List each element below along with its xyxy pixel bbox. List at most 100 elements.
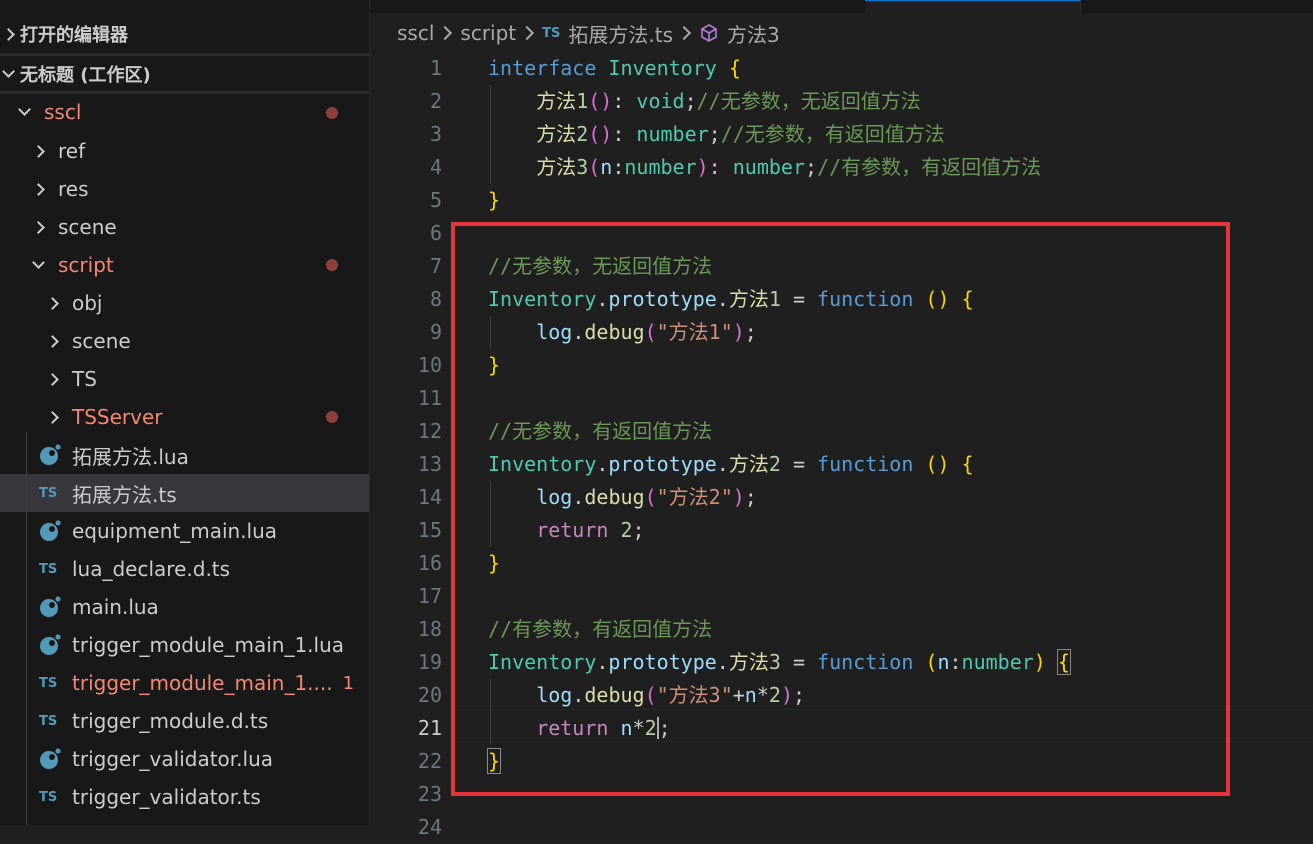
- chevron-right-icon: [676, 25, 692, 41]
- file-label: trigger_module.d.ts: [72, 709, 269, 733]
- file-label: trigger_validator.ts: [72, 785, 261, 809]
- breadcrumb-item[interactable]: 拓展方法.ts: [568, 19, 673, 48]
- file-item[interactable]: main.lua: [0, 588, 369, 626]
- code-line: interface Inventory {: [488, 56, 741, 80]
- line-number: 8: [429, 287, 442, 311]
- file-label: equipment_main.lua: [72, 519, 278, 543]
- folder-label: scene: [58, 215, 117, 239]
- lua-file-icon: [39, 444, 65, 466]
- line-number: 9: [429, 320, 442, 344]
- line-number: 6: [429, 221, 442, 245]
- line-number: 3: [429, 122, 442, 146]
- tree-indent-guide: [26, 432, 27, 825]
- editor-tab[interactable]: [370, 0, 866, 13]
- line-number: 15: [417, 518, 442, 542]
- chevron-right-icon: [44, 410, 60, 424]
- file-label: main.lua: [72, 595, 159, 619]
- code-line: //无参数，有返回值方法: [488, 419, 713, 443]
- chevron-down-icon: [0, 64, 16, 78]
- open-editors-label: 打开的编辑器: [20, 25, 128, 46]
- line-number: 22: [417, 749, 442, 773]
- breadcrumb-item[interactable]: sscl: [397, 21, 434, 45]
- file-item[interactable]: trigger_module_main_1.lua: [0, 626, 369, 664]
- chevron-right-icon: [30, 144, 46, 158]
- lua-file-icon: [39, 596, 65, 618]
- file-label: 拓展方法.lua: [72, 444, 189, 469]
- file-item[interactable]: equipment_main.lua: [0, 512, 369, 550]
- code-line: return 2;: [536, 518, 645, 542]
- code-line: }: [488, 353, 501, 377]
- file-item[interactable]: trigger_validator.lua: [0, 740, 369, 778]
- method-cube-icon: [699, 23, 719, 43]
- line-number: 12: [417, 419, 442, 443]
- folder-scene-sub[interactable]: scene: [0, 322, 369, 360]
- file-item[interactable]: TS trigger_validator.ts: [0, 778, 369, 816]
- editor-tab-active[interactable]: [865, 0, 1081, 14]
- code-line: 方法1(): void;//无参数，无返回值方法: [536, 89, 921, 113]
- chevron-right-icon: [0, 27, 16, 41]
- line-number: 4: [429, 155, 442, 179]
- folder-obj[interactable]: obj: [0, 284, 369, 322]
- chevron-right-icon: [30, 182, 46, 196]
- code-editor[interactable]: 1 2 3 4 5 6 7 8 9 10 11 12 13 14 15 16 1…: [370, 52, 1313, 839]
- ts-file-icon: TS: [542, 25, 561, 41]
- workspace-section[interactable]: 无标题 (工作区): [0, 53, 369, 91]
- file-item[interactable]: 拓展方法.lua: [0, 436, 369, 474]
- file-label: trigger_module_main_1.lua: [72, 633, 345, 657]
- lua-file-icon: [39, 520, 65, 542]
- file-item-selected[interactable]: TS 拓展方法.ts: [0, 474, 369, 512]
- ts-file-icon: TS: [39, 561, 58, 577]
- folder-tsserver[interactable]: TSServer: [0, 398, 369, 436]
- folder-ref[interactable]: ref: [0, 132, 369, 170]
- code-line: Inventory.prototype.方法3 = function (n:nu…: [488, 649, 1071, 675]
- code-line: //有参数，有返回值方法: [488, 617, 713, 641]
- modified-dot-icon: [326, 411, 338, 423]
- code-line: }: [488, 188, 501, 212]
- ts-file-icon: TS: [39, 485, 58, 501]
- folder-label: ref: [58, 139, 86, 163]
- code-line-active: return n*2;: [536, 716, 671, 740]
- breadcrumb-item[interactable]: script: [460, 21, 516, 45]
- open-editors-section[interactable]: 打开的编辑器: [0, 15, 369, 53]
- line-number: 1: [429, 56, 442, 80]
- modified-dot-icon: [326, 107, 338, 119]
- line-number-active: 21: [417, 716, 442, 740]
- line-number: 24: [417, 815, 442, 839]
- chevron-right-icon: [44, 334, 60, 348]
- line-number: 23: [417, 782, 442, 806]
- code-line: log.debug("方法1");: [536, 320, 757, 344]
- line-number: 5: [429, 188, 442, 212]
- ts-file-icon: TS: [39, 675, 58, 691]
- folder-label: TS: [72, 367, 97, 391]
- folder-res[interactable]: res: [0, 170, 369, 208]
- chevron-down-icon: [16, 102, 32, 116]
- line-number: 11: [417, 386, 442, 410]
- tab-bar: [370, 0, 1313, 14]
- chevron-right-icon: [520, 25, 535, 41]
- folder-label: script: [58, 253, 114, 277]
- breadcrumb-item[interactable]: 方法3: [727, 19, 780, 48]
- line-number: 13: [417, 452, 442, 476]
- file-item[interactable]: TS trigger_module.d.ts: [0, 702, 369, 740]
- lua-file-icon: [39, 748, 65, 770]
- ts-file-icon: TS: [39, 713, 58, 729]
- code-line: log.debug("方法2");: [536, 485, 757, 509]
- file-item-error[interactable]: TS trigger_module_main_1.... 1: [0, 664, 369, 702]
- code-line: log.debug("方法3"+n*2);: [536, 683, 806, 707]
- folder-label: obj: [72, 291, 103, 315]
- folder-scene[interactable]: scene: [0, 208, 369, 246]
- folder-ts[interactable]: TS: [0, 360, 369, 398]
- line-number: 2: [429, 89, 442, 113]
- line-number: 17: [417, 584, 442, 608]
- file-label: trigger_validator.lua: [72, 747, 274, 771]
- line-number: 18: [417, 617, 442, 641]
- folder-label: scene: [72, 329, 131, 353]
- code-line: 方法2(): number;//无参数，有返回值方法: [536, 122, 945, 146]
- problems-count: 1: [342, 672, 355, 694]
- file-item[interactable]: TS lua_declare.d.ts: [0, 550, 369, 588]
- modified-dot-icon: [326, 259, 338, 271]
- folder-sscl[interactable]: sscl: [0, 91, 369, 129]
- folder-label: sscl: [44, 99, 82, 124]
- file-label: lua_declare.d.ts: [72, 557, 231, 581]
- folder-script[interactable]: script: [0, 246, 369, 284]
